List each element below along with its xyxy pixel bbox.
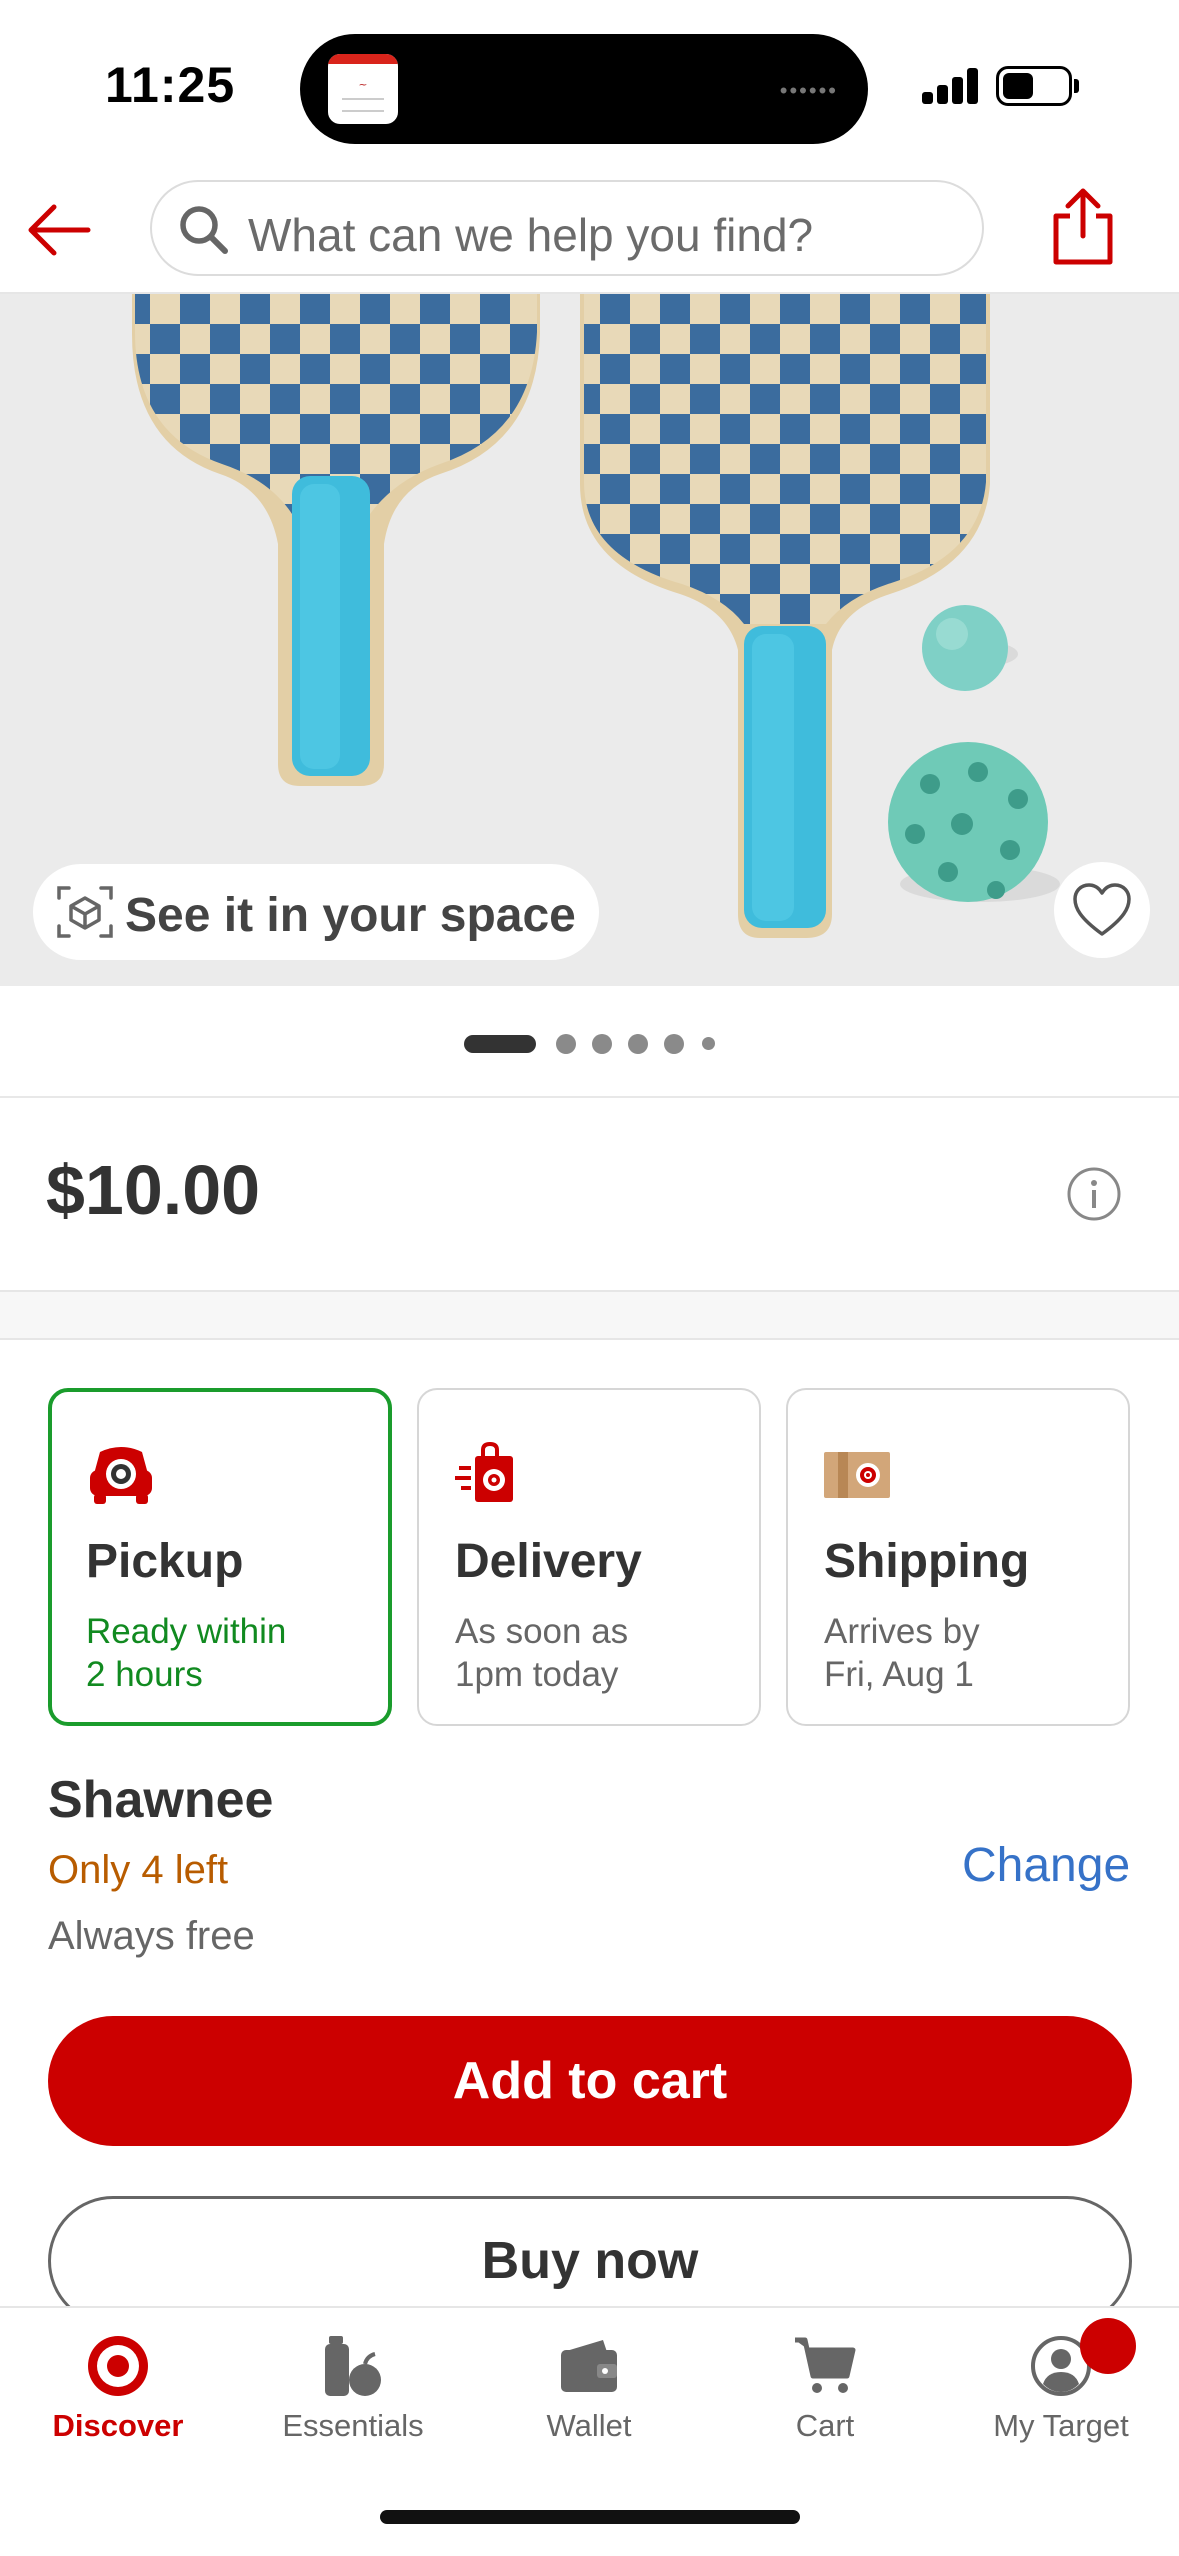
tab-my-target-label: My Target	[993, 2408, 1129, 2443]
status-time: 11:25	[105, 57, 236, 113]
tab-cart[interactable]: Cart	[707, 2334, 943, 2484]
cart-icon	[795, 2337, 856, 2393]
info-icon[interactable]	[1066, 1166, 1122, 1222]
fulfillment-option-shipping[interactable]: Shipping Arrives by Fri, Aug 1	[786, 1388, 1130, 1726]
pickup-cost-note: Always free	[48, 1914, 255, 1958]
shipping-line1: Arrives by	[824, 1612, 980, 1651]
carousel-dot-active[interactable]	[464, 1035, 536, 1053]
pickup-subtitle: Ready within 2 hours	[86, 1610, 376, 1696]
carousel-dot[interactable]	[702, 1037, 715, 1050]
cellular-signal-icon	[922, 68, 978, 104]
search-placeholder: What can we help you find?	[248, 209, 814, 261]
delivery-line1: As soon as	[455, 1612, 629, 1651]
delivery-subtitle: As soon as 1pm today	[455, 1610, 745, 1696]
favorite-heart-button[interactable]	[1054, 862, 1150, 958]
carousel-dot[interactable]	[628, 1034, 648, 1054]
product-price: $10.00	[46, 1151, 261, 1229]
see-it-in-your-space-button[interactable]: See it in your space	[33, 864, 599, 960]
live-activity-app-icon: ~	[328, 54, 398, 124]
fulfillment-option-delivery[interactable]: Delivery As soon as 1pm today	[417, 1388, 761, 1726]
add-to-cart-button[interactable]: Add to cart	[48, 2016, 1132, 2146]
shipping-box-icon	[824, 1440, 894, 1510]
carousel-dot[interactable]	[664, 1034, 684, 1054]
island-dots: ••••••	[779, 78, 838, 103]
tab-cart-label: Cart	[795, 2408, 855, 2443]
fulfillment-option-pickup[interactable]: Pickup Ready within 2 hours	[48, 1388, 392, 1726]
home-indicator[interactable]	[380, 2510, 800, 2524]
carousel-indicator	[0, 986, 1179, 1098]
shipping-title: Shipping	[824, 1535, 1030, 1588]
battery-icon	[996, 66, 1072, 106]
shipping-line2: Fri, Aug 1	[824, 1655, 974, 1694]
top-nav-header: What can we help you find?	[0, 170, 1179, 294]
pickup-car-icon	[86, 1440, 156, 1510]
pickup-line1: Ready within	[86, 1612, 287, 1651]
status-bar: 11:25 ~ ••••••	[0, 0, 1179, 170]
delivery-bag-icon	[455, 1440, 525, 1510]
tab-essentials-label: Essentials	[282, 2408, 424, 2443]
section-divider	[0, 1290, 1179, 1340]
stock-status: Only 4 left	[48, 1848, 229, 1892]
tab-my-target[interactable]: My Target	[943, 2334, 1179, 2484]
tab-discover-label: Discover	[52, 2408, 184, 2443]
search-input[interactable]: What can we help you find?	[150, 180, 984, 276]
target-bullseye-icon	[88, 2336, 148, 2396]
see-it-in-your-space-label: See it in your space	[125, 889, 576, 942]
back-arrow-icon[interactable]	[22, 192, 98, 268]
share-icon[interactable]	[1046, 184, 1120, 268]
essentials-icon	[325, 2336, 381, 2396]
delivery-line2: 1pm today	[455, 1655, 619, 1694]
ar-cube-icon	[55, 882, 115, 942]
delivery-title: Delivery	[455, 1535, 642, 1588]
price-section: $10.00	[0, 1098, 1179, 1290]
carousel-dot[interactable]	[592, 1034, 612, 1054]
tab-wallet[interactable]: Wallet	[471, 2334, 707, 2484]
store-name: Shawnee	[48, 1771, 274, 1829]
tab-essentials[interactable]: Essentials	[235, 2334, 471, 2484]
dynamic-island: ~ ••••••	[300, 34, 868, 144]
tab-discover[interactable]: Discover	[0, 2334, 236, 2484]
search-icon	[176, 202, 232, 258]
product-image-carousel[interactable]: See it in your space	[0, 294, 1179, 986]
notification-badge	[1080, 2318, 1136, 2374]
pickup-title: Pickup	[86, 1535, 244, 1588]
wallet-icon	[561, 2340, 617, 2392]
heart-icon	[1073, 883, 1131, 936]
shipping-subtitle: Arrives by Fri, Aug 1	[824, 1610, 1114, 1696]
tab-wallet-label: Wallet	[546, 2408, 632, 2443]
pickup-line2: 2 hours	[86, 1655, 203, 1694]
change-store-link[interactable]: Change	[962, 1838, 1130, 1893]
battery-tip	[1074, 79, 1079, 93]
carousel-dot[interactable]	[556, 1034, 576, 1054]
